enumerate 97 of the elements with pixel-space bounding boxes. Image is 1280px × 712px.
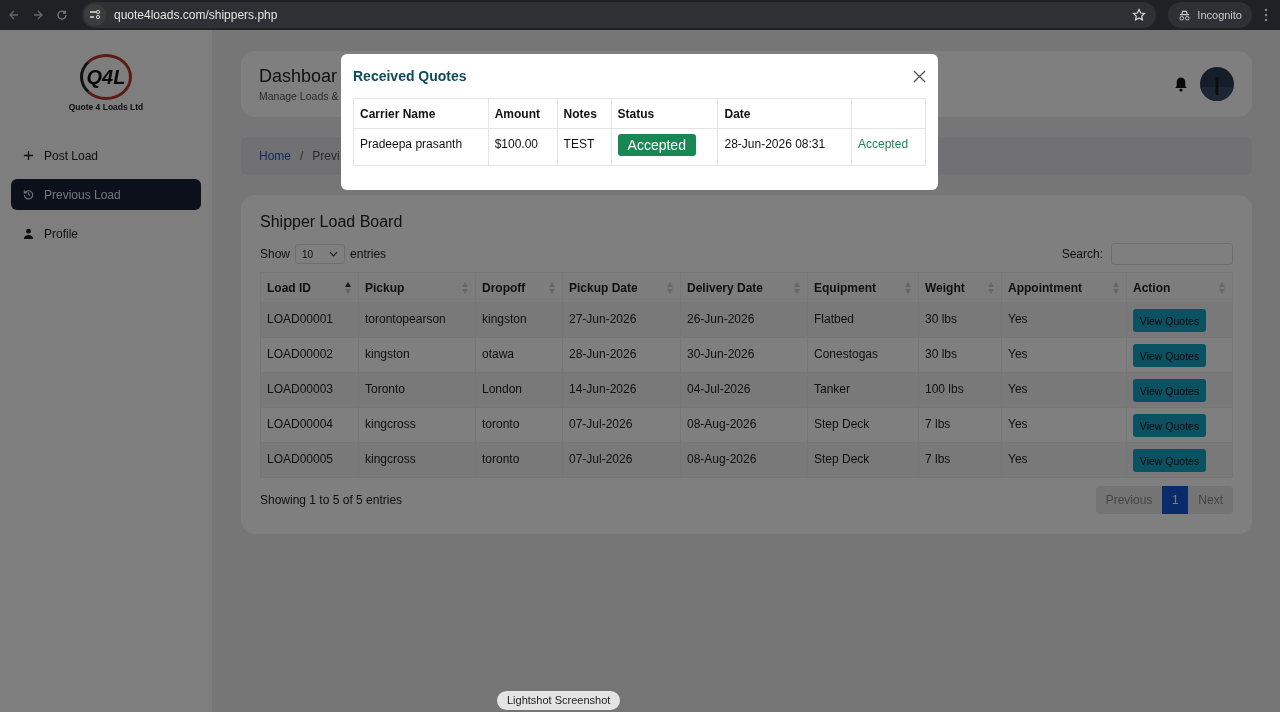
- table-cell: 28-Jun-2026 08:31: [717, 128, 852, 166]
- column-header: Notes: [557, 98, 612, 129]
- table-cell: 14-Jun-2026: [562, 372, 681, 408]
- table-cell: 30-Jun-2026: [680, 337, 808, 373]
- table-cell: Yes: [1001, 302, 1127, 338]
- incognito-label: Incognito: [1197, 9, 1242, 21]
- table-cell: Step Deck: [807, 407, 919, 443]
- table-cell: LOAD00003: [260, 372, 359, 408]
- table-cell: Yes: [1001, 407, 1127, 443]
- breadcrumb-link[interactable]: Home: [259, 149, 291, 163]
- table-cell: 26-Jun-2026: [680, 302, 808, 338]
- close-icon[interactable]: [913, 69, 926, 83]
- table-cell: Flatbed: [807, 302, 919, 338]
- table-cell: 30 lbs: [918, 302, 1002, 338]
- table-cell: Yes: [1001, 442, 1127, 478]
- table-cell: 7 lbs: [918, 407, 1002, 443]
- column-header[interactable]: Delivery Date: [680, 272, 808, 303]
- tooltip: Lightshot Screenshot: [497, 691, 621, 710]
- pagination-button[interactable]: 1: [1162, 486, 1189, 514]
- avatar[interactable]: [1200, 67, 1234, 101]
- show-label: Show: [260, 247, 291, 261]
- table-cell: 04-Jul-2026: [680, 372, 808, 408]
- sidebar-item[interactable]: Post Load: [11, 140, 201, 171]
- column-header[interactable]: Appointment: [1001, 272, 1127, 303]
- table-cell: 100 lbs: [918, 372, 1002, 408]
- table-cell: toronto: [475, 442, 563, 478]
- column-header: Status: [611, 98, 718, 129]
- menu-icon[interactable]: [1264, 8, 1268, 22]
- url-text: quote4loads.com/shippers.php: [114, 8, 278, 22]
- table-cell: 27-Jun-2026: [562, 302, 681, 338]
- table-cell: $100.00: [488, 128, 558, 166]
- table-cell: kingston: [475, 302, 563, 338]
- table-cell: 08-Aug-2026: [680, 442, 808, 478]
- table-cell: 07-Jul-2026: [562, 442, 681, 478]
- table-cell: Yes: [1001, 372, 1127, 408]
- entries-label: entries: [350, 247, 387, 261]
- column-header: Carrier Name: [353, 98, 489, 129]
- star-icon[interactable]: [1132, 8, 1147, 22]
- table-cell: torontopearson: [358, 302, 476, 338]
- table-cell: kingcross: [358, 442, 476, 478]
- plus-icon: [23, 150, 34, 161]
- column-header[interactable]: Weight: [918, 272, 1002, 303]
- bell-icon[interactable]: [1174, 76, 1188, 92]
- forward-icon[interactable]: [32, 9, 44, 21]
- table-cell: London: [475, 372, 563, 408]
- table-cell: Toronto: [358, 372, 476, 408]
- column-header: Amount: [488, 98, 558, 129]
- table-cell: LOAD00002: [260, 337, 359, 373]
- column-header[interactable]: Equipment: [807, 272, 919, 303]
- user-icon: [23, 228, 34, 239]
- table-info: Showing 1 to 5 of 5 entries: [260, 493, 403, 507]
- page-subtitle: Manage Loads &: [259, 90, 339, 102]
- status-badge: Accepted: [617, 134, 696, 156]
- table-cell: Yes: [1001, 337, 1127, 373]
- table-cell: Tanker: [807, 372, 919, 408]
- history-icon: [23, 189, 34, 200]
- table-cell: 28-Jun-2026: [562, 337, 681, 373]
- company-name: Quote 4 Loads Ltd: [68, 102, 144, 112]
- site-settings-icon[interactable]: [84, 4, 106, 26]
- table-cell: 08-Aug-2026: [680, 407, 808, 443]
- back-icon[interactable]: [8, 9, 20, 21]
- table-cell: 30 lbs: [918, 337, 1002, 373]
- breadcrumb-current: Previ: [312, 149, 340, 163]
- table-cell: 07-Jul-2026: [562, 407, 681, 443]
- search-label: Search:: [1061, 247, 1103, 261]
- incognito-icon: [1178, 9, 1192, 21]
- table-cell: 7 lbs: [918, 442, 1002, 478]
- board-title: Shipper Load Board: [260, 213, 404, 231]
- sidebar-item[interactable]: Profile: [11, 218, 201, 249]
- table-cell: otawa: [475, 337, 563, 373]
- column-header[interactable]: Dropoff: [475, 272, 563, 303]
- table-cell: Conestogas: [807, 337, 919, 373]
- table-cell: kingcross: [358, 407, 476, 443]
- table-cell: kingston: [358, 337, 476, 373]
- column-header[interactable]: Pickup: [358, 272, 476, 303]
- logo: Q4L: [80, 54, 132, 100]
- breadcrumb-separator: /: [300, 149, 304, 163]
- table-cell: LOAD00005: [260, 442, 359, 478]
- page-title: Dashboar: [259, 66, 339, 87]
- incognito-badge[interactable]: Incognito: [1168, 2, 1252, 28]
- table-cell: LOAD00004: [260, 407, 359, 443]
- reload-icon[interactable]: [56, 9, 68, 21]
- table-cell: Step Deck: [807, 442, 919, 478]
- dialog-title: Received Quotes: [353, 68, 467, 84]
- table-cell: LOAD00001: [260, 302, 359, 338]
- table-cell: Accepted: [851, 128, 926, 166]
- column-header: Date: [717, 98, 852, 129]
- column-header[interactable]: Load ID: [260, 272, 359, 303]
- page-length-select[interactable]: 10: [295, 244, 346, 264]
- table-cell: TEST: [557, 128, 612, 166]
- chevron-down-icon: [329, 251, 339, 257]
- sidebar-item[interactable]: Previous Load: [11, 179, 201, 210]
- column-header[interactable]: Action: [1126, 272, 1233, 303]
- address-bar[interactable]: quote4loads.com/shippers.php: [82, 2, 1157, 28]
- table-cell: Pradeepa prasanth: [353, 128, 489, 166]
- column-header[interactable]: Pickup Date: [562, 272, 681, 303]
- table-cell: toronto: [475, 407, 563, 443]
